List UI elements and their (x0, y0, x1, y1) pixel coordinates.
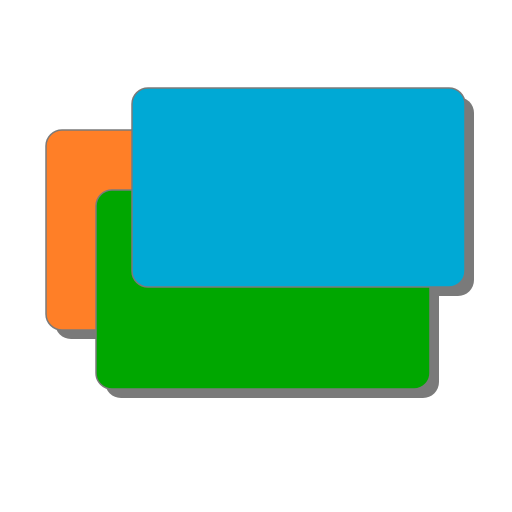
stacked-windows-icon (0, 0, 512, 512)
blue-card (131, 87, 466, 288)
stacked-windows-drawing (45, 87, 474, 398)
